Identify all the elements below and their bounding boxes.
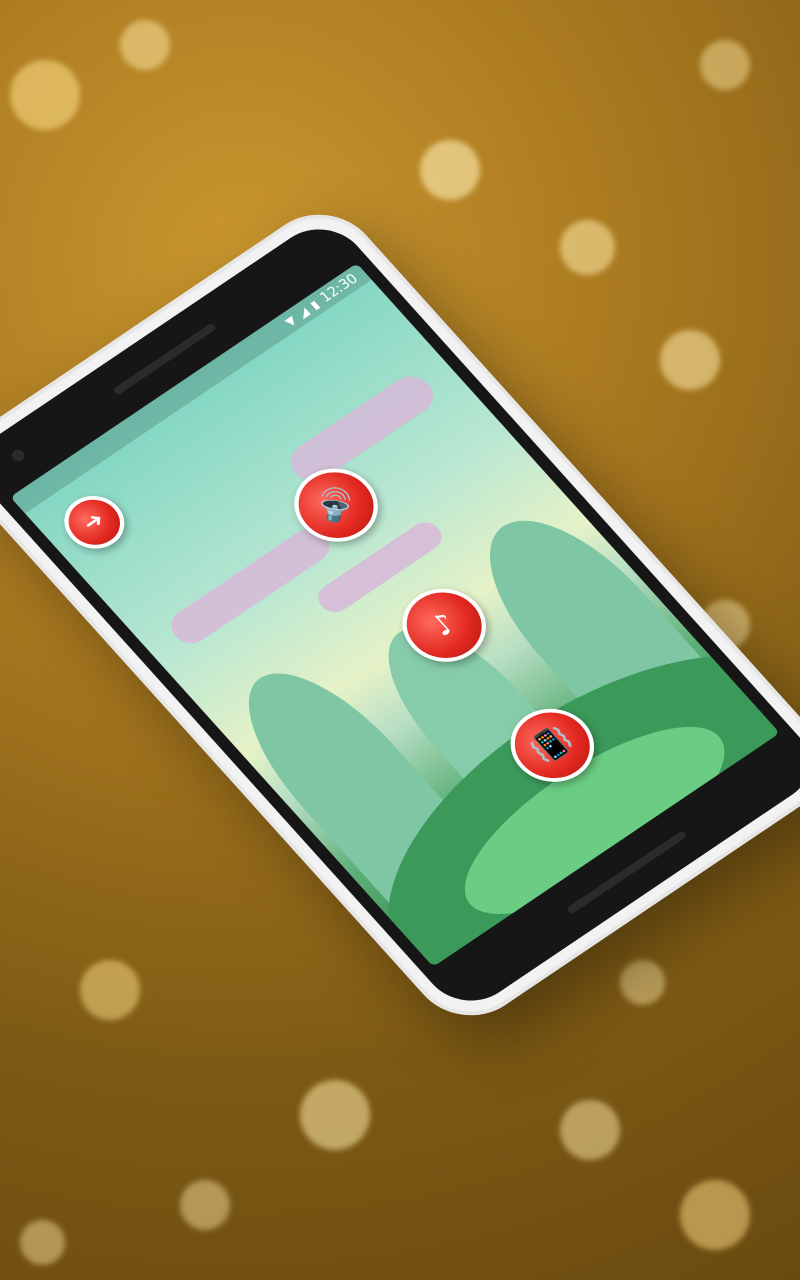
- battery-icon: ▮: [307, 297, 323, 312]
- back-arrow-icon: ➜: [77, 507, 111, 537]
- signal-icon: ◢: [294, 304, 312, 321]
- cloud: [163, 522, 338, 650]
- back-button[interactable]: ➜: [52, 485, 137, 559]
- front-camera: [9, 447, 28, 464]
- music-note-icon: ♪: [424, 606, 464, 644]
- vibrate-phone-icon: 📳: [524, 721, 580, 769]
- speaker-volume-icon: 🔊: [308, 481, 364, 529]
- phone-body: ▼ ◢ ▮ 12:30 ➜ 🔊 ♪ 📳: [0, 194, 800, 1036]
- status-time: 12:30: [317, 271, 362, 306]
- cloud: [281, 368, 442, 489]
- wifi-icon: ▼: [282, 313, 300, 329]
- app-screen: ▼ ◢ ▮ 12:30 ➜ 🔊 ♪ 📳: [10, 263, 780, 967]
- phone-mockup: ▼ ◢ ▮ 12:30 ➜ 🔊 ♪ 📳: [0, 0, 800, 1280]
- phone-bezel: ▼ ◢ ▮ 12:30 ➜ 🔊 ♪ 📳: [0, 213, 800, 1017]
